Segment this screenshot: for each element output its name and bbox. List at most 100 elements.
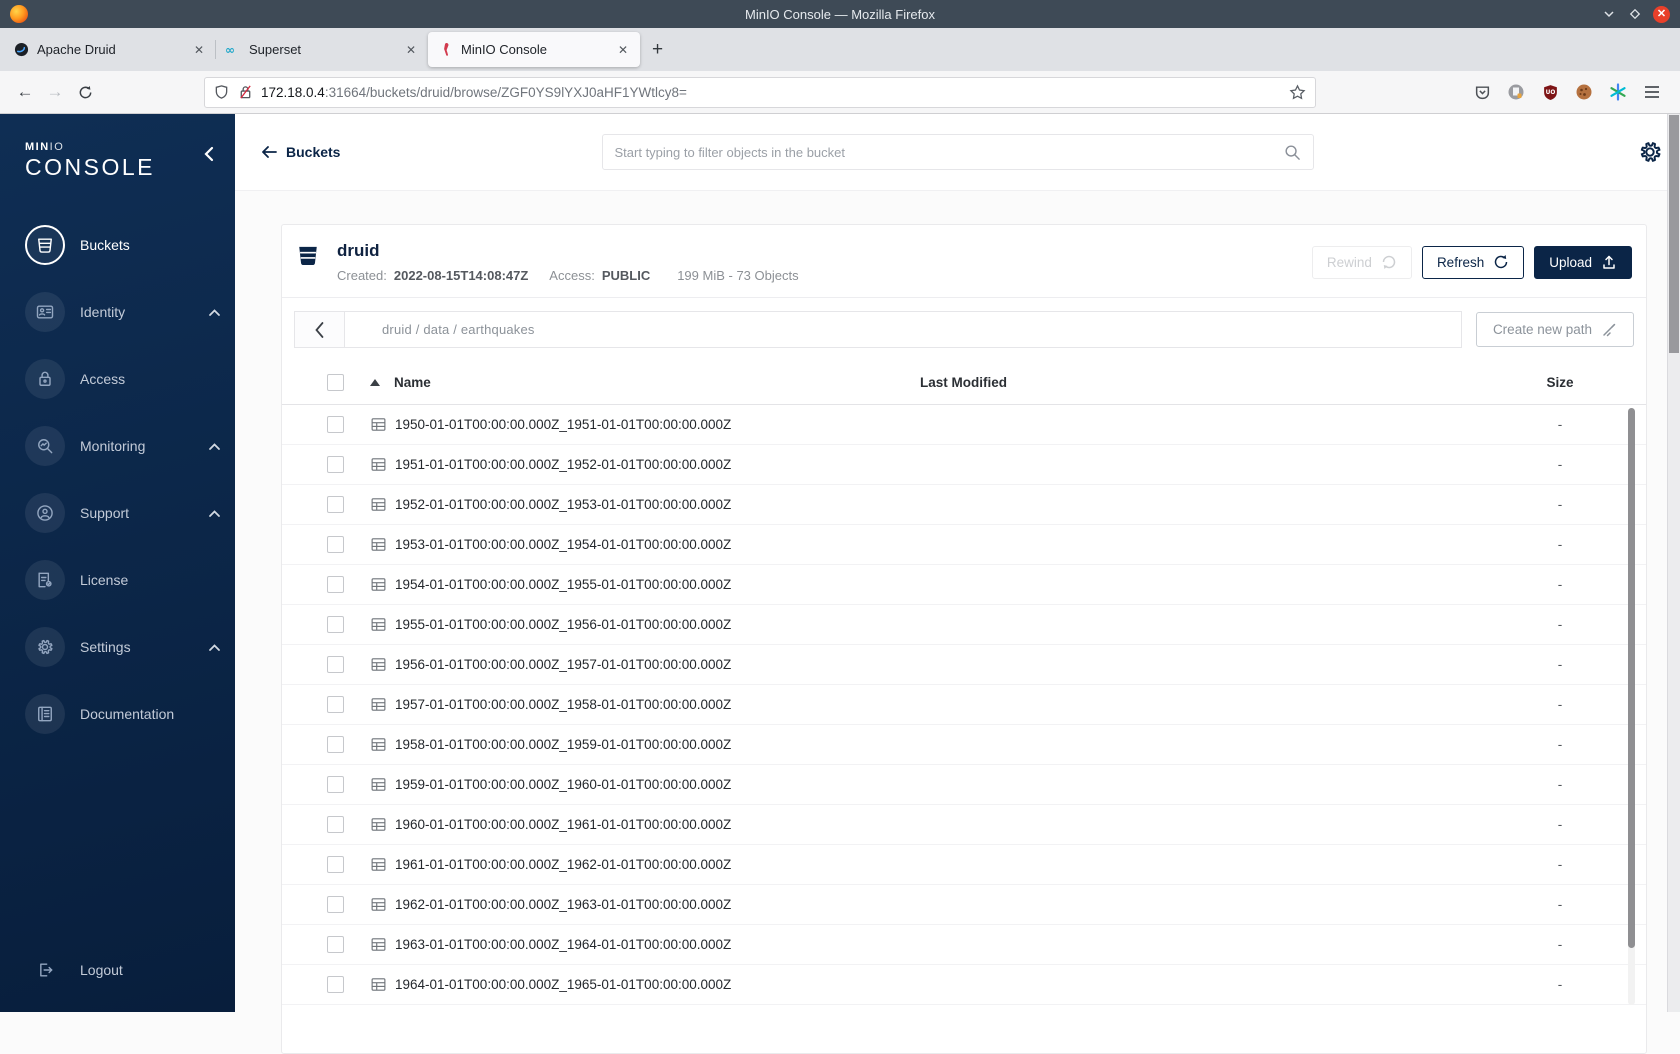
browser-scrollbar[interactable] xyxy=(1667,114,1680,1012)
sidebar-menu: Buckets Identity Access Monitoring Suppo… xyxy=(0,225,235,950)
table-scrollbar[interactable] xyxy=(1628,408,1635,1005)
table-row[interactable]: 1960-01-01T00:00:00.000Z_1961-01-01T00:0… xyxy=(282,805,1646,845)
row-checkbox[interactable] xyxy=(327,576,344,593)
sidebar-item-logout[interactable]: Logout xyxy=(25,950,221,990)
table-row[interactable]: 1950-01-01T00:00:00.000Z_1951-01-01T00:0… xyxy=(282,405,1646,445)
object-file-icon xyxy=(370,976,387,993)
table-row[interactable]: 1951-01-01T00:00:00.000Z_1952-01-01T00:0… xyxy=(282,445,1646,485)
privacy-jar-extension-icon[interactable] xyxy=(1506,82,1526,102)
sidebar-item-buckets[interactable]: Buckets xyxy=(25,225,221,265)
new-tab-button[interactable]: + xyxy=(652,39,663,61)
url-bar[interactable]: 172.18.0.4:31664/buckets/druid/browse/ZG… xyxy=(204,77,1316,108)
sidebar-item-support[interactable]: Support xyxy=(25,493,221,533)
browser-scrollbar-thumb[interactable] xyxy=(1669,115,1679,353)
refresh-button[interactable]: Refresh xyxy=(1422,246,1524,279)
tab-close-icon[interactable]: ✕ xyxy=(615,43,631,57)
table-row[interactable]: 1954-01-01T00:00:00.000Z_1955-01-01T00:0… xyxy=(282,565,1646,605)
row-checkbox[interactable] xyxy=(327,736,344,753)
tab-apache-druid[interactable]: Apache Druid ✕ xyxy=(4,32,216,67)
breadcrumb-back-button[interactable] xyxy=(295,312,345,347)
sidebar-item-label: Monitoring xyxy=(80,438,145,454)
table-row[interactable]: 1953-01-01T00:00:00.000Z_1954-01-01T00:0… xyxy=(282,525,1646,565)
menu-hamburger-icon[interactable] xyxy=(1642,82,1662,102)
table-row[interactable]: 1957-01-01T00:00:00.000Z_1958-01-01T00:0… xyxy=(282,685,1646,725)
row-checkbox[interactable] xyxy=(327,456,344,473)
object-size: - xyxy=(1500,897,1620,912)
upload-label: Upload xyxy=(1549,255,1592,270)
upload-button[interactable]: Upload xyxy=(1534,246,1632,279)
row-checkbox[interactable] xyxy=(327,896,344,913)
tab-minio-console[interactable]: MinIO Console ✕ xyxy=(428,32,640,67)
table-row[interactable]: 1963-01-01T00:00:00.000Z_1964-01-01T00:0… xyxy=(282,925,1646,965)
pocket-shield-extension-icon[interactable] xyxy=(1472,82,1492,102)
table-row[interactable]: 1962-01-01T00:00:00.000Z_1963-01-01T00:0… xyxy=(282,885,1646,925)
column-header-size[interactable]: Size xyxy=(1500,375,1620,390)
chevron-up-icon[interactable] xyxy=(208,308,221,317)
column-header-last-modified[interactable]: Last Modified xyxy=(920,375,1500,390)
rewind-button[interactable]: Rewind xyxy=(1312,246,1412,279)
tab-close-icon[interactable]: ✕ xyxy=(191,43,207,57)
chevron-up-icon[interactable] xyxy=(208,643,221,652)
row-checkbox[interactable] xyxy=(327,776,344,793)
insecure-lock-icon[interactable] xyxy=(238,84,253,100)
table-row[interactable]: 1955-01-01T00:00:00.000Z_1956-01-01T00:0… xyxy=(282,605,1646,645)
reload-button[interactable] xyxy=(70,77,100,107)
sidebar-item-documentation[interactable]: Documentation xyxy=(25,694,221,734)
sidebar-item-settings[interactable]: Settings xyxy=(25,627,221,667)
tab-close-icon[interactable]: ✕ xyxy=(403,43,419,57)
breadcrumb-path[interactable]: druid / data / earthquakes xyxy=(382,322,535,337)
select-all-checkbox[interactable] xyxy=(327,374,344,391)
bookmark-star-icon[interactable] xyxy=(1289,84,1306,101)
row-checkbox[interactable] xyxy=(327,696,344,713)
row-checkbox[interactable] xyxy=(327,656,344,673)
sidebar-item-monitoring[interactable]: Monitoring xyxy=(25,426,221,466)
window-close-button[interactable]: ✕ xyxy=(1653,6,1670,23)
minio-console-app: MINIO CONSOLE Buckets Identity Access Mo… xyxy=(0,114,1680,1012)
window-minimize-button[interactable] xyxy=(1601,6,1617,22)
back-button[interactable]: ← xyxy=(10,77,40,107)
window-maximize-button[interactable] xyxy=(1627,6,1643,22)
table-row[interactable]: 1959-01-01T00:00:00.000Z_1960-01-01T00:0… xyxy=(282,765,1646,805)
sidebar-collapse-icon[interactable] xyxy=(204,146,215,162)
row-checkbox[interactable] xyxy=(327,416,344,433)
object-size: - xyxy=(1500,737,1620,752)
table-row[interactable]: 1958-01-01T00:00:00.000Z_1959-01-01T00:0… xyxy=(282,725,1646,765)
table-row[interactable]: 1961-01-01T00:00:00.000Z_1962-01-01T00:0… xyxy=(282,845,1646,885)
row-checkbox[interactable] xyxy=(327,496,344,513)
create-new-path-button[interactable]: Create new path xyxy=(1476,312,1634,347)
column-header-name[interactable]: Name xyxy=(394,375,431,390)
table-row[interactable]: 1956-01-01T00:00:00.000Z_1957-01-01T00:0… xyxy=(282,645,1646,685)
table-row[interactable]: 1952-01-01T00:00:00.000Z_1953-01-01T00:0… xyxy=(282,485,1646,525)
tracking-shield-icon[interactable] xyxy=(214,84,229,100)
access-label: Access: xyxy=(549,268,595,283)
object-file-icon xyxy=(370,456,387,473)
row-checkbox[interactable] xyxy=(327,536,344,553)
filter-search-box xyxy=(602,134,1314,170)
tab-label: Superset xyxy=(249,42,403,57)
object-size: - xyxy=(1500,777,1620,792)
row-checkbox[interactable] xyxy=(327,816,344,833)
forward-button[interactable]: → xyxy=(40,77,70,107)
tab-superset[interactable]: ∞ Superset ✕ xyxy=(216,32,428,67)
chevron-up-icon[interactable] xyxy=(208,509,221,518)
row-checkbox[interactable] xyxy=(327,976,344,993)
object-name: 1955-01-01T00:00:00.000Z_1956-01-01T00:0… xyxy=(395,617,731,632)
row-checkbox[interactable] xyxy=(327,616,344,633)
back-to-buckets-link[interactable]: Buckets xyxy=(261,144,340,160)
snowflake-extension-icon[interactable] xyxy=(1608,82,1628,102)
row-checkbox[interactable] xyxy=(327,936,344,953)
row-checkbox[interactable] xyxy=(327,856,344,873)
sort-ascending-icon[interactable] xyxy=(370,379,380,386)
search-input[interactable] xyxy=(615,145,1284,160)
sidebar-item-access[interactable]: Access xyxy=(25,359,221,399)
sidebar-item-identity[interactable]: Identity xyxy=(25,292,221,332)
chevron-up-icon[interactable] xyxy=(208,442,221,451)
object-file-icon xyxy=(370,616,387,633)
settings-gear-icon[interactable] xyxy=(1637,139,1663,165)
object-name: 1963-01-01T00:00:00.000Z_1964-01-01T00:0… xyxy=(395,937,731,952)
ublock-extension-icon[interactable]: UO xyxy=(1540,82,1560,102)
sidebar-item-license[interactable]: License xyxy=(25,560,221,600)
table-row[interactable]: 1964-01-01T00:00:00.000Z_1965-01-01T00:0… xyxy=(282,965,1646,1005)
cookie-extension-icon[interactable] xyxy=(1574,82,1594,102)
table-scrollbar-thumb[interactable] xyxy=(1628,408,1635,948)
